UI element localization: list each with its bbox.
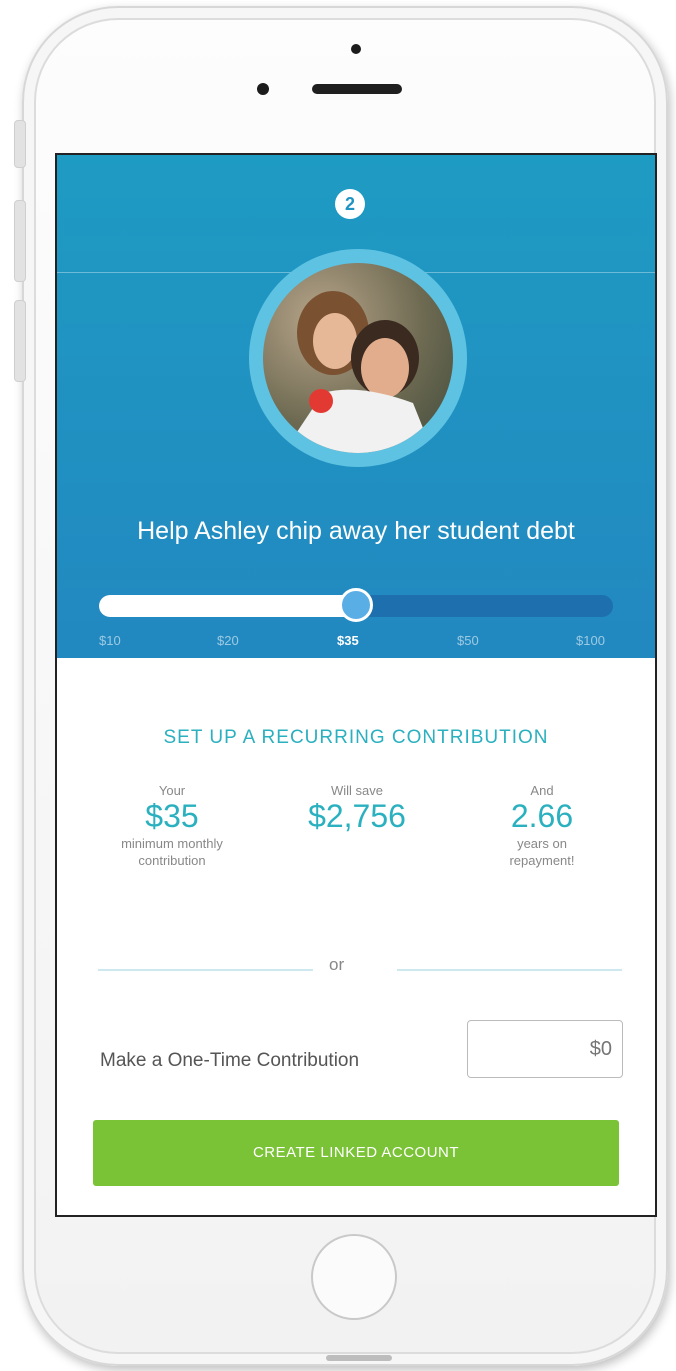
- hero-header: 2 Help Ashley chip away her student debt…: [57, 155, 655, 658]
- slider-thumb[interactable]: [339, 588, 373, 622]
- volume-down-button: [14, 300, 26, 382]
- or-divider-left: [98, 969, 313, 971]
- stat-savings-label: Will save: [330, 783, 383, 798]
- one-time-amount-input[interactable]: [467, 1020, 623, 1078]
- slider-tick-20[interactable]: $20: [217, 633, 239, 648]
- couple-photo-icon: [283, 291, 433, 453]
- slider-tick-50[interactable]: $50: [457, 633, 479, 648]
- one-time-label: Make a One-Time Contribution: [100, 1050, 360, 1071]
- stat-savings-value: $2,756: [308, 798, 406, 834]
- bottom-port: [326, 1355, 392, 1361]
- campaign-title: Help Ashley chip away her student debt: [137, 517, 575, 545]
- recurring-title: SET UP A RECURRING CONTRIBUTION: [163, 727, 549, 748]
- stat-monthly-label: Your: [158, 783, 186, 798]
- create-linked-account-button[interactable]: CREATE LINKED ACCOUNT: [93, 1120, 619, 1186]
- stat-monthly: Your $35 minimum monthly contribution: [97, 783, 247, 869]
- stat-years-label: And: [530, 783, 554, 798]
- home-button: [311, 1234, 397, 1320]
- slider-tick-100[interactable]: $100: [576, 633, 605, 648]
- slider-tick-35[interactable]: $35: [337, 633, 359, 648]
- stat-years-sub-2: repayment!: [509, 853, 575, 868]
- proximity-sensor: [351, 44, 361, 54]
- app-screen: 2 Help Ashley chip away her student debt…: [55, 153, 657, 1217]
- stat-monthly-sub-1: minimum monthly: [121, 836, 223, 851]
- or-divider-text: or: [329, 955, 345, 974]
- front-camera: [257, 83, 269, 95]
- volume-up-button: [14, 200, 26, 282]
- avatar: [263, 263, 453, 453]
- slider-fill: [99, 595, 356, 617]
- stat-savings: Will save $2,756: [282, 783, 432, 835]
- mute-switch: [14, 120, 26, 168]
- or-divider-right: [397, 969, 622, 971]
- stat-years-sub-1: years on: [517, 836, 567, 851]
- stat-years: And 2.66 years on repayment!: [477, 783, 607, 869]
- app-logo-icon: 2: [335, 189, 365, 219]
- earpiece-speaker: [312, 84, 402, 94]
- stat-monthly-sub-2: contribution: [138, 853, 206, 868]
- stat-monthly-value: $35: [145, 798, 199, 834]
- slider-tick-10[interactable]: $10: [99, 633, 121, 648]
- stat-years-value: 2.66: [510, 798, 574, 834]
